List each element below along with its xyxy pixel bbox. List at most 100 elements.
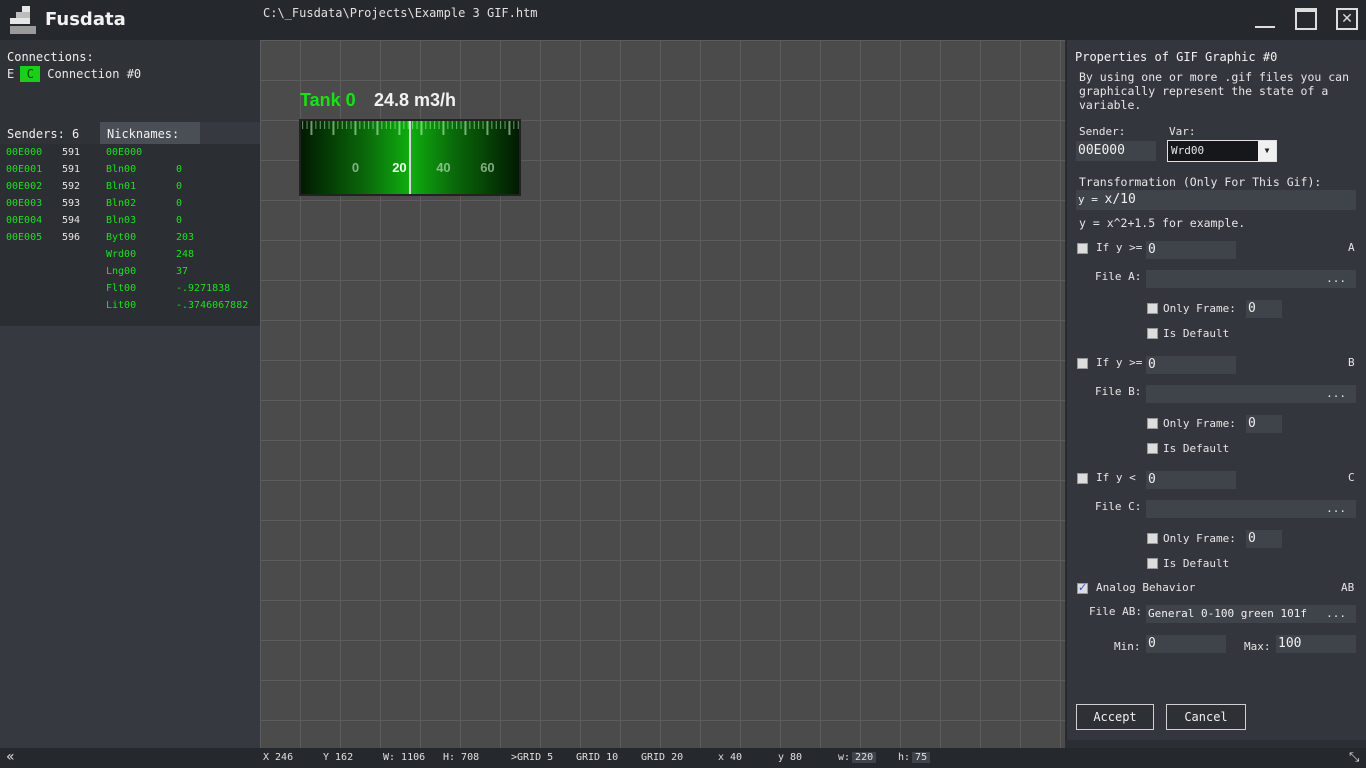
list-item[interactable]: 00E000 591 00E000 [0,144,260,161]
connection-name[interactable]: Connection #0 [47,67,141,81]
gif-graphic[interactable]: 0 20 40 60 [299,119,521,196]
file-a-field[interactable]: ... [1146,270,1356,288]
file-c-field[interactable]: ... [1146,500,1356,518]
only-frame-a-checkbox[interactable] [1147,303,1158,314]
description-line: variable. [1079,98,1142,112]
sender-field[interactable]: 00E000 [1076,141,1156,161]
if-a-label: If y >= [1096,241,1143,254]
list-item[interactable]: Lit00 -.3746067882 [0,297,260,314]
letter-a: A [1348,241,1355,254]
collapse-panel-icon[interactable]: « [6,749,15,765]
min-field[interactable]: 0 [1146,635,1226,653]
transform-field[interactable]: y = x/10 [1076,190,1356,210]
connection-row[interactable]: E C Connection #0 [7,66,141,82]
grid-5-button[interactable]: >GRID 5 [511,752,553,763]
selection-w-field[interactable]: 220 [852,752,877,763]
is-default-a-checkbox[interactable] [1147,328,1158,339]
only-frame-c-label: Only Frame: [1163,532,1236,545]
grid-10-button[interactable]: GRID 10 [576,752,618,763]
status-y: Y 162 [323,752,354,763]
status-bar: « X 246 Y 162 W: 1106 H: 708 >GRID 5 GRI… [0,748,1366,768]
max-field[interactable]: 100 [1276,635,1356,653]
var-select[interactable]: Wrd00 ▼ [1167,140,1277,162]
only-frame-c-value[interactable]: 0 [1246,530,1282,548]
if-b-label: If y >= [1096,356,1143,369]
list-item[interactable]: Flt00 -.9271838 [0,280,260,297]
letter-ab: AB [1341,581,1355,594]
list-item[interactable]: Wrd00 248 [0,246,260,263]
gauge-tick-label: 60 [480,160,494,175]
browse-a-button[interactable]: ... [1326,270,1346,288]
connections-box: Connections: E C Connection #0 [0,40,260,122]
list-item[interactable]: 00E005 596 Byt00 203 [0,229,260,246]
file-a-label: File A: [1095,270,1142,283]
file-ab-field[interactable]: General 0-100 green 101f... [1146,605,1356,623]
only-frame-a-label: Only Frame: [1163,302,1236,315]
connection-e-toggle[interactable]: E [7,67,14,81]
cancel-button[interactable]: Cancel [1166,704,1246,730]
list-item[interactable]: 00E002 592 Bln01 0 [0,178,260,195]
browse-ab-button[interactable]: ... [1326,605,1346,623]
list-item[interactable]: 00E001 591 Bln00 0 [0,161,260,178]
only-frame-a-value[interactable]: 0 [1246,300,1282,318]
analog-behavior-label: Analog Behavior [1096,581,1196,594]
properties-panel: Properties of GIF Graphic #0 By using on… [1066,40,1366,740]
selection-h: h: 75 [898,752,931,763]
only-frame-b-checkbox[interactable] [1147,418,1158,429]
gauge-scale: 0 20 40 60 [302,121,519,194]
list-item[interactable]: 00E004 594 Bln03 0 [0,212,260,229]
accept-button[interactable]: Accept [1076,704,1154,730]
sender-label: Sender: [1079,125,1126,138]
minimize-icon[interactable] [1255,8,1277,30]
if-c-value[interactable]: 0 [1146,471,1236,489]
transform-example: y = x^2+1.5 for example. [1079,216,1246,230]
file-ab-label: File AB: [1089,605,1142,618]
list-item[interactable]: Lng00 37 [0,263,260,280]
status-w: W: 1106 [383,752,426,763]
only-frame-c-checkbox[interactable] [1147,533,1158,544]
file-path: C:\_Fusdata\Projects\Example 3 GIF.htm [263,6,538,20]
file-b-label: File B: [1095,385,1142,398]
browse-c-button[interactable]: ... [1326,500,1346,518]
if-a-checkbox[interactable] [1077,243,1088,254]
grid-20-button[interactable]: GRID 20 [641,752,683,763]
if-b-checkbox[interactable] [1077,358,1088,369]
is-default-c-label: Is Default [1163,557,1230,570]
is-default-b-checkbox[interactable] [1147,443,1158,454]
gauge-tick-label: 0 [352,160,359,175]
tab-nicknames[interactable]: Nicknames: [100,122,200,144]
letter-b: B [1348,356,1355,369]
connection-c-toggle[interactable]: C [20,66,41,82]
selection-h-field[interactable]: 75 [912,752,931,763]
is-default-c-checkbox[interactable] [1147,558,1158,569]
if-c-checkbox[interactable] [1077,473,1088,484]
design-canvas[interactable]: Tank 0 24.8 m3/h 0 20 40 60 [260,40,1065,748]
gauge-label: Tank 0 [300,90,356,110]
file-b-field[interactable]: ... [1146,385,1356,403]
status-h: H: 708 [443,752,480,763]
min-label: Min: [1114,640,1141,653]
is-default-a-label: Is Default [1163,327,1230,340]
file-c-label: File C: [1095,500,1142,513]
browse-b-button[interactable]: ... [1326,385,1346,403]
tab-senders[interactable]: Senders: 6 [0,122,100,144]
is-default-b-label: Is Default [1163,442,1230,455]
close-icon[interactable]: ✕ [1336,8,1358,30]
maximize-icon[interactable] [1295,8,1317,30]
gauge-tick-label: 20 [392,160,406,175]
only-frame-b-value[interactable]: 0 [1246,415,1282,433]
title-bar: Fusdata C:\_Fusdata\Projects\Example 3 G… [0,0,1366,40]
analog-behavior-checkbox[interactable] [1077,581,1088,594]
selection-w: w: 220 [838,752,877,763]
chevron-down-icon[interactable]: ▼ [1258,141,1276,161]
if-c-label: If y < [1096,471,1136,484]
list-item[interactable]: 00E003 593 Bln02 0 [0,195,260,212]
gauge-tick-label: 40 [436,160,450,175]
if-b-value[interactable]: 0 [1146,356,1236,374]
description-line: graphically represent the state of a [1079,84,1329,98]
app-title: Fusdata [45,9,126,30]
max-label: Max: [1244,640,1271,653]
resize-icon[interactable]: ⤡ [1349,750,1359,765]
var-label: Var: [1169,125,1196,138]
if-a-value[interactable]: 0 [1146,241,1236,259]
